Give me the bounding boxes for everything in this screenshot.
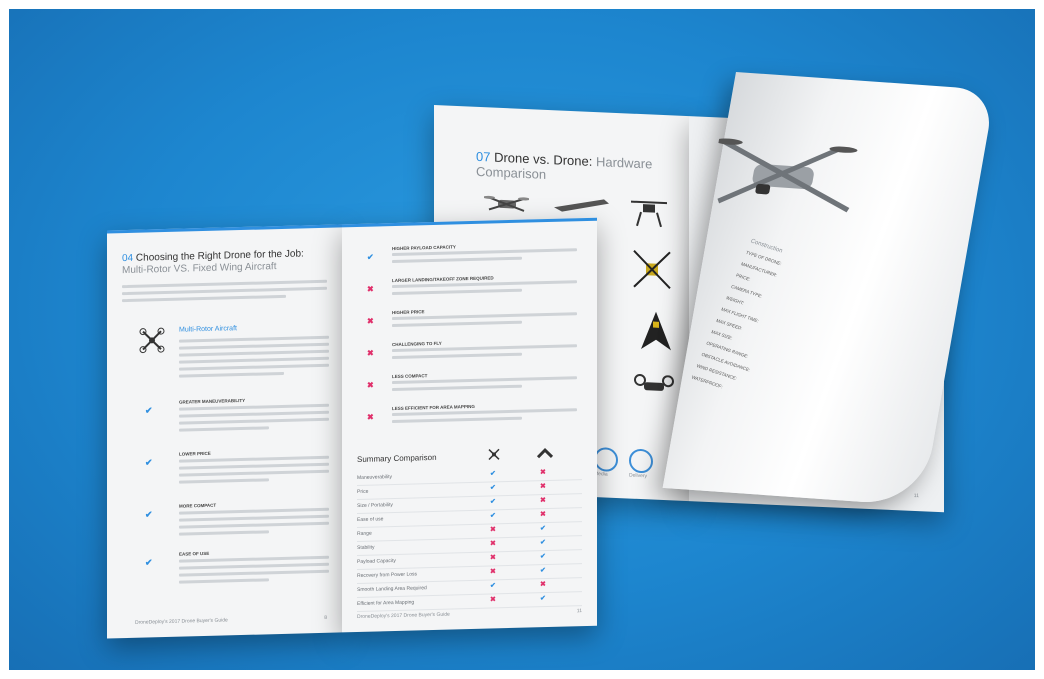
fixed-wing-header-icon [537,447,553,459]
summary-row-label: Stability [357,544,375,551]
pro-con-mark: ✖ [367,316,374,326]
fixed-wing-mark: ✔ [540,539,546,547]
front-right-footer: DroneDeploy's 2017 Drone Buyer's Guide [357,611,450,620]
multi-rotor-mark: ✔ [490,498,496,506]
fixed-wing-mark: ✔ [540,553,546,561]
benefit-text [179,455,329,488]
pro-con-title: HIGHER PRICE [392,309,425,316]
front-spread: 04 Choosing the Right Drone for the Job:… [107,207,607,640]
pro-con-text [392,408,577,427]
pro-con-title: CHALLENGING TO FLY [392,340,442,348]
fixed-wing-mark: ✖ [540,581,546,589]
pro-con-mark: ✔ [367,252,374,262]
multi-rotor-mark: ✖ [490,554,496,562]
multi-rotor-mark: ✖ [490,568,496,576]
back-footer-page-number: 11 [913,492,919,500]
benefit-text [179,507,329,540]
front-left-page: 04 Choosing the Right Drone for the Job:… [107,224,342,639]
drone-parrot-icon [634,373,674,391]
drone-wing-yellow-icon [641,311,671,351]
check-icon: ✔ [145,509,153,520]
fixed-wing-mark: ✖ [540,497,546,505]
front-right-page: ✔ HIGHER PAYLOAD CAPACITY ✖ LARGER LANDI… [342,217,597,633]
front-left-page-number: 8 [324,614,327,621]
pro-con-text [392,312,577,331]
fixed-wing-mark: ✔ [540,567,546,575]
summary-row-label: Range [357,530,372,537]
multi-rotor-icon [139,327,165,354]
pro-con-title: LESS COMPACT [392,373,428,380]
benefit-item: ✔ GREATER MANEUVERABILITY [145,396,330,432]
front-left-footer: DroneDeploy's 2017 Drone Buyer's Guide [135,617,228,626]
specs-block: Construction TYPE OF DRONE: MANUFACTURER… [688,239,891,432]
mavic-drone-icon [714,138,858,213]
check-icon: ✔ [145,457,153,468]
pro-con-title: HIGHER PAYLOAD CAPACITY [392,244,456,252]
benefit-title: EASE OF USE [179,550,210,557]
summary-row-label: Maneuverability [357,474,393,481]
benefit-title: GREATER MANEUVERABILITY [179,397,246,405]
front-page-title: 04 Choosing the Right Drone for the Job:… [122,248,337,278]
product-photo: 07 Drone vs. Drone: Hardware Comparison [9,9,1035,670]
check-icon: ✔ [145,405,153,416]
fixed-wing-mark: ✔ [540,595,546,603]
benefit-item: ✔ MORE COMPACT [145,500,330,536]
summary-row-label: Price [357,488,369,495]
summary-row-label: Ease of use [357,516,384,523]
front-title-number: 04 [122,252,134,265]
pro-con-list: ✔ HIGHER PAYLOAD CAPACITY ✖ LARGER LANDI… [367,241,587,439]
benefit-item: ✔ EASE OF USE [145,548,330,584]
section-paragraph [179,335,329,382]
multi-rotor-mark: ✔ [490,470,496,478]
summary-table: Maneuverability ✔ ✖ Price ✔ ✖ Size / Por… [357,466,582,612]
fixed-wing-mark: ✖ [540,469,546,477]
front-right-page-number: 11 [576,608,582,615]
pro-con-title: LESS EFFICIENT FOR AREA MAPPING [392,403,475,412]
multi-rotor-mark: ✔ [490,512,496,520]
pro-con-text [392,248,577,267]
drone-yellow-icon [633,250,671,289]
delivery-icon [629,448,653,474]
drone-hex-icon [631,200,667,228]
benefit-item: ✔ LOWER PRICE [145,448,330,484]
summary-row-label: Size / Portability [357,502,393,509]
multi-rotor-mark: ✖ [490,596,496,604]
benefit-text [179,403,329,436]
pro-con-text [392,344,577,363]
fixed-wing-mark: ✖ [540,483,546,491]
pro-con-text [392,376,577,395]
back-title-number: 07 [476,148,491,165]
check-icon: ✔ [145,557,153,568]
specs-header: Construction [749,238,784,255]
fixed-wing-mark: ✔ [540,525,546,533]
front-title-line1: Choosing the Right Drone for the Job: [135,248,304,264]
pro-con-mark: ✖ [367,284,374,294]
intro-paragraph [122,279,327,306]
summary-row-label: Smooth Landing Area Required [357,585,427,593]
pro-con-item: ✖ LESS EFFICIENT FOR AREA MAPPING [367,401,587,439]
section-title: Multi-Rotor Aircraft [179,325,237,334]
back-page-title: 07 Drone vs. Drone: Hardware Comparison [476,149,689,188]
delivery-label: Delivery [629,472,648,480]
multi-rotor-mark: ✖ [490,526,496,534]
pro-con-mark: ✖ [367,380,374,390]
multi-rotor-mark: ✔ [490,484,496,492]
multi-rotor-mark: ✔ [490,582,496,590]
pro-con-mark: ✖ [367,412,374,422]
benefit-text [179,555,329,588]
multi-rotor-header-icon [488,448,500,461]
multi-rotor-mark: ✖ [490,540,496,548]
fixed-wing-mark: ✖ [540,511,546,519]
summary-row-label: Recovery from Power Loss [357,571,418,579]
pro-con-text [392,280,577,299]
summary-row-label: Payload Capacity [357,557,396,565]
pro-con-mark: ✖ [367,348,374,358]
benefit-title: MORE COMPACT [179,502,217,509]
benefit-title: LOWER PRICE [179,450,211,457]
summary-row-label: Efficient for Area Mapping [357,599,415,607]
summary-title: Summary Comparison [357,452,437,464]
